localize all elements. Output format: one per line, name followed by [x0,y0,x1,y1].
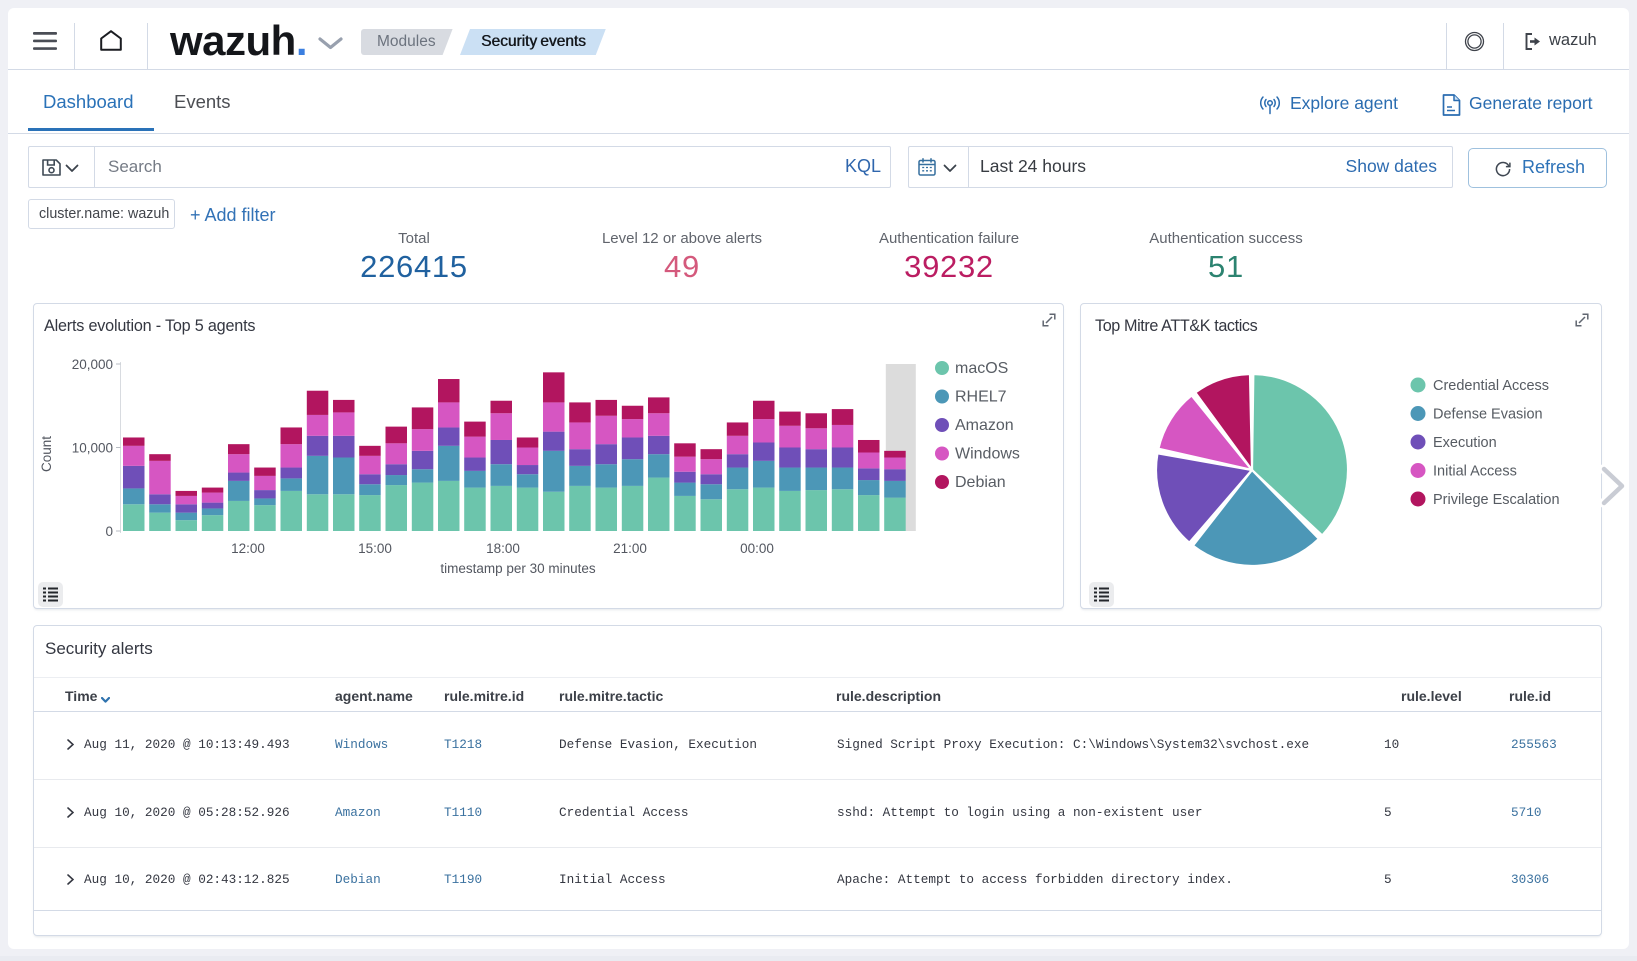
svg-text:Debian: Debian [955,474,1006,491]
svg-text:Windows: Windows [955,446,1020,463]
svg-text:Privilege Escalation: Privilege Escalation [1433,492,1560,508]
svg-text:RHEL7: RHEL7 [955,389,1007,406]
svg-text:10,000: 10,000 [72,441,113,456]
svg-text:12:00: 12:00 [231,541,265,556]
svg-text:Count: Count [39,436,54,472]
svg-text:Credential Access: Credential Access [1433,378,1549,394]
svg-text:20,000: 20,000 [72,357,113,372]
svg-text:15:00: 15:00 [358,541,392,556]
svg-text:0: 0 [105,524,113,539]
svg-text:Initial Access: Initial Access [1433,464,1517,480]
svg-text:21:00: 21:00 [613,541,647,556]
svg-text:Execution: Execution [1433,435,1497,451]
svg-text:macOS: macOS [955,360,1008,377]
svg-text:00:00: 00:00 [740,541,774,556]
svg-text:18:00: 18:00 [486,541,520,556]
svg-text:Amazon: Amazon [955,417,1014,434]
svg-text:timestamp per 30 minutes: timestamp per 30 minutes [440,561,596,576]
svg-text:Defense Evasion: Defense Evasion [1433,407,1543,423]
